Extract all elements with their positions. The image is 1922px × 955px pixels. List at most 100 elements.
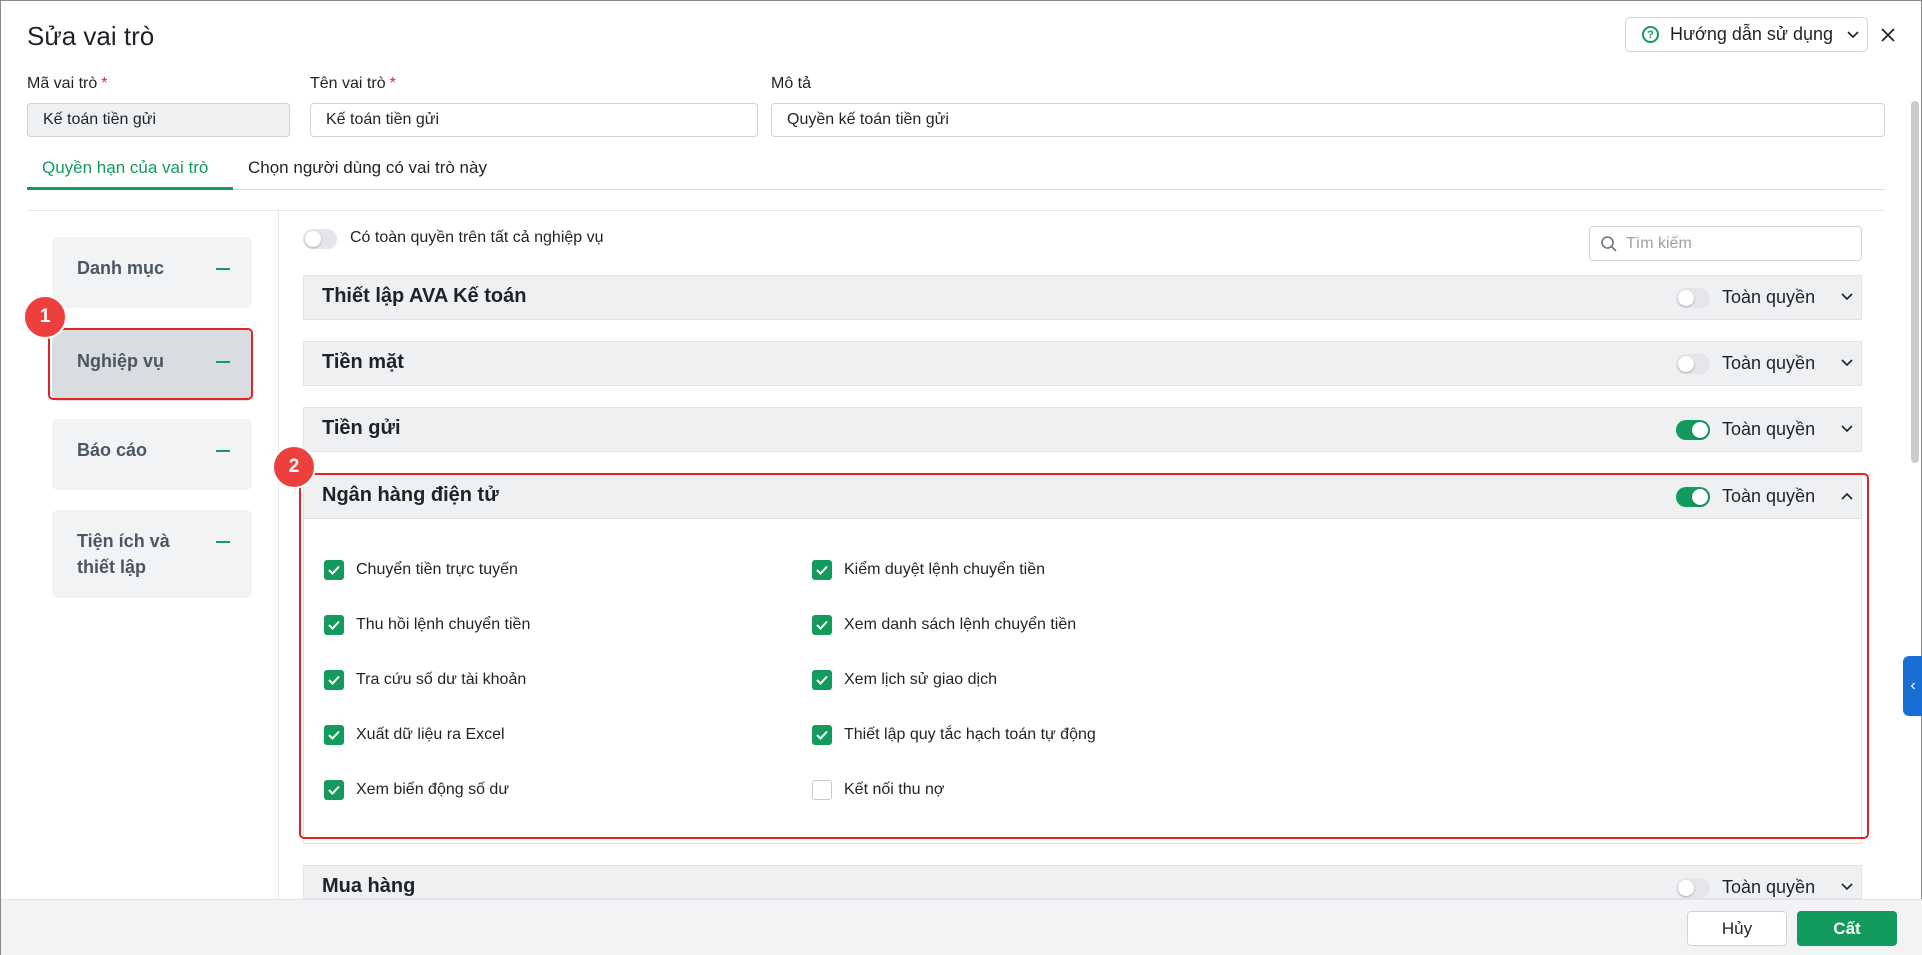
permission-label: Xem danh sách lệnh chuyển tiền	[844, 616, 1077, 633]
permission-label: Xem biến động số dư	[356, 781, 510, 798]
full-permission-toggle[interactable]	[1676, 288, 1710, 308]
section-title: Thiết lập AVA Kế toán	[322, 285, 527, 307]
chevron-left-icon: ‹	[1910, 677, 1916, 694]
permission-label: Tra cứu số dư tài khoản	[356, 671, 527, 688]
permission-checkbox[interactable]: Xem biến động số dư	[324, 780, 509, 800]
section-title: Tiền mặt	[322, 351, 404, 373]
scrollbar[interactable]	[1911, 101, 1919, 463]
description-field[interactable]: Quyền kế toán tiền gửi	[771, 103, 1885, 137]
help-icon: ?	[1642, 26, 1659, 43]
section-title: Mua hàng	[322, 875, 416, 897]
close-icon[interactable]	[1876, 23, 1900, 47]
full-permission-toggle[interactable]	[1676, 420, 1710, 440]
permission-label: Kết nối thu nợ	[844, 781, 945, 798]
dialog: Sửa vai trò ? Hướng dẫn sử dụng Mã vai t…	[0, 0, 1922, 955]
collapse-icon	[216, 268, 230, 270]
checkbox-checked-icon	[812, 670, 832, 690]
checkbox-checked-icon	[324, 560, 344, 580]
checkbox-checked-icon	[812, 725, 832, 745]
divider	[278, 210, 279, 900]
required-mark: *	[101, 75, 108, 92]
role-name-label: Tên vai trò *	[310, 75, 396, 92]
checkbox-checked-icon	[324, 725, 344, 745]
category-nghiep-vu[interactable]: Nghiệp vụ	[52, 330, 252, 401]
section-permission-list	[303, 519, 1862, 844]
category-tien-ich[interactable]: Tiện ích và thiết lập	[52, 510, 252, 598]
chevron-up-icon[interactable]	[1838, 487, 1856, 505]
save-button[interactable]: Cất	[1797, 911, 1897, 946]
collapse-icon	[216, 541, 230, 543]
permission-checkbox[interactable]: Xem danh sách lệnh chuyển tiền	[812, 615, 1076, 635]
permission-label: Chuyển tiền trực tuyến	[356, 561, 518, 578]
checkbox-checked-icon	[324, 670, 344, 690]
permission-checkbox[interactable]: Thiết lập quy tắc hạch toán tự động	[812, 725, 1096, 745]
permission-label: Xem lịch sử giao dịch	[844, 671, 997, 688]
permission-checkbox[interactable]: Kiểm duyệt lệnh chuyển tiền	[812, 560, 1045, 580]
checkbox-checked-icon	[324, 615, 344, 635]
section-mua-hang[interactable]: Mua hàng Toàn quyền	[303, 865, 1862, 899]
category-label: Danh mục	[77, 258, 165, 278]
chevron-down-icon	[1847, 30, 1859, 38]
full-permission-toggle[interactable]	[1676, 487, 1710, 507]
side-panel-toggle[interactable]: ‹	[1903, 656, 1922, 716]
chevron-down-icon[interactable]	[1838, 420, 1856, 438]
tab-bar: Quyền hạn của vai trò Chọn người dùng có…	[27, 153, 1885, 190]
cancel-button[interactable]: Hủy	[1687, 911, 1787, 946]
permission-label: Thu hồi lệnh chuyển tiền	[356, 616, 531, 633]
chevron-down-icon[interactable]	[1838, 288, 1856, 306]
permission-checkbox[interactable]: Thu hồi lệnh chuyển tiền	[324, 615, 530, 635]
category-label: Nghiệp vụ	[77, 351, 165, 371]
role-code-field: Kế toán tiền gửi	[27, 103, 290, 137]
step-badge-2: 2	[272, 445, 316, 489]
section-title: Tiền gửi	[322, 417, 401, 439]
checkbox-unchecked-icon	[812, 780, 832, 800]
permission-checkbox[interactable]: Chuyển tiền trực tuyến	[324, 560, 518, 580]
required-mark: *	[389, 75, 396, 92]
chevron-down-icon[interactable]	[1838, 878, 1856, 896]
permission-label: Kiểm duyệt lệnh chuyển tiền	[844, 561, 1046, 578]
divider	[27, 210, 1885, 211]
step-badge-1: 1	[23, 295, 67, 339]
permission-checkbox[interactable]: Tra cứu số dư tài khoản	[324, 670, 526, 690]
full-permission-label: Toàn quyền	[1722, 419, 1816, 439]
collapse-icon	[216, 361, 230, 363]
collapse-icon	[216, 450, 230, 452]
category-bao-cao[interactable]: Báo cáo	[52, 419, 252, 490]
search-placeholder: Tìm kiếm	[1626, 234, 1692, 252]
checkbox-checked-icon	[812, 615, 832, 635]
section-tien-mat[interactable]: Tiền mặt Toàn quyền	[303, 341, 1862, 386]
role-name-field[interactable]: Kế toán tiền gửi	[310, 103, 758, 137]
permission-label: Thiết lập quy tắc hạch toán tự động	[844, 726, 1096, 743]
help-button-label: Hướng dẫn sử dụng	[1670, 24, 1834, 44]
permission-label: Xuất dữ liệu ra Excel	[356, 726, 505, 743]
section-tien-gui[interactable]: Tiền gửi Toàn quyền	[303, 407, 1862, 452]
section-thiet-lap-ava[interactable]: Thiết lập AVA Kế toán Toàn quyền	[303, 275, 1862, 320]
chevron-down-icon[interactable]	[1838, 354, 1856, 372]
all-permissions-label: Có toàn quyền trên tất cả nghiệp vụ	[350, 229, 604, 246]
dialog-title: Sửa vai trò	[27, 21, 155, 51]
full-permission-label: Toàn quyền	[1722, 287, 1816, 307]
category-label: Tiện ích và thiết lập	[77, 531, 170, 577]
all-permissions-toggle[interactable]	[303, 229, 337, 249]
full-permission-toggle[interactable]	[1676, 878, 1710, 898]
category-danh-muc[interactable]: Danh mục	[52, 237, 252, 308]
permission-checkbox[interactable]: Xem lịch sử giao dịch	[812, 670, 997, 690]
tab-role-permissions[interactable]: Quyền hạn của vai trò	[27, 153, 233, 190]
role-code-label: Mã vai trò *	[27, 75, 108, 92]
permission-checkbox[interactable]: Kết nối thu nợ	[812, 780, 944, 800]
full-permission-label: Toàn quyền	[1722, 353, 1816, 373]
help-button[interactable]: ? Hướng dẫn sử dụng	[1625, 17, 1868, 52]
full-permission-label: Toàn quyền	[1722, 486, 1816, 506]
checkbox-checked-icon	[812, 560, 832, 580]
checkbox-checked-icon	[324, 780, 344, 800]
permission-checkbox[interactable]: Xuất dữ liệu ra Excel	[324, 725, 505, 745]
section-title: Ngân hàng điện tử	[322, 484, 499, 506]
category-label: Báo cáo	[77, 440, 148, 460]
tab-select-users[interactable]: Chọn người dùng có vai trò này	[248, 153, 487, 190]
search-input[interactable]: Tìm kiếm	[1589, 226, 1862, 261]
section-ngan-hang-dien-tu[interactable]: Ngân hàng điện tử Toàn quyền	[303, 474, 1862, 519]
full-permission-toggle[interactable]	[1676, 354, 1710, 374]
full-permission-label: Toàn quyền	[1722, 877, 1816, 897]
dialog-footer	[1, 899, 1922, 955]
search-icon	[1601, 235, 1617, 252]
